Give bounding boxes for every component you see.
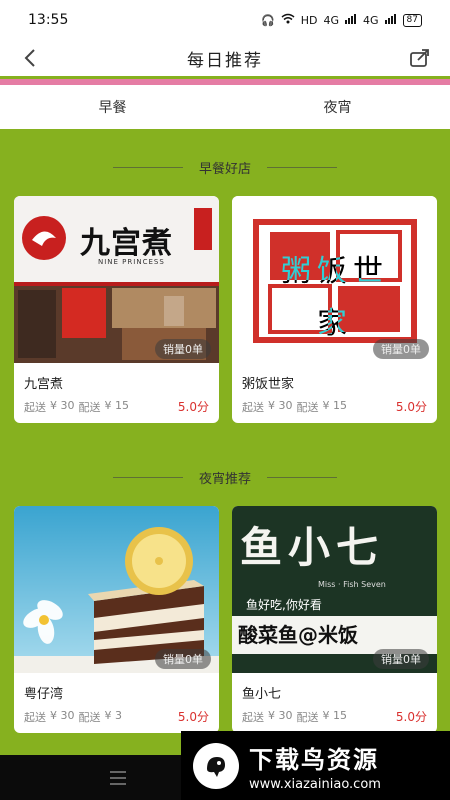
status-bar: 13:55 🎧 HD 4G 4G 87 bbox=[0, 0, 450, 40]
section-header-late-night: 夜宵推荐 bbox=[0, 467, 450, 487]
shop-logo-text: 鱼小七 bbox=[240, 523, 385, 572]
shop-logo-subtext: Miss · Fish Seven bbox=[318, 580, 386, 589]
delivery-fee: ¥ 3 bbox=[104, 709, 123, 722]
promo-title: 下载鸟资源 bbox=[249, 745, 379, 774]
delivery-fee: ¥ 15 bbox=[322, 709, 348, 722]
share-button[interactable] bbox=[406, 44, 434, 72]
section-title: 早餐好店 bbox=[198, 161, 251, 177]
bird-logo-icon bbox=[193, 742, 239, 789]
min-order-price: ¥ 30 bbox=[50, 709, 75, 722]
shop-card[interactable]: 九宫煮 NINE PRINCESS 销量0单 九宫煮 起送 ¥ 30 配送 ¥ … bbox=[14, 196, 219, 423]
network-type: HD bbox=[300, 13, 318, 27]
shop-logo-text: 粥饭世家 bbox=[281, 254, 389, 341]
signal-2: 4G bbox=[363, 13, 379, 27]
delivery-fee-label: 配送 bbox=[78, 401, 101, 414]
share-icon bbox=[410, 49, 429, 67]
min-order-label: 起送 bbox=[24, 401, 46, 414]
back-arrow-icon bbox=[24, 49, 35, 67]
divider bbox=[267, 166, 337, 168]
shop-fees: 起送 ¥ 30 配送 ¥ 15 bbox=[242, 709, 347, 725]
shop-card[interactable]: 鱼小七 Miss · Fish Seven 鱼好吃,你好看 酸菜鱼@米饭 销量0… bbox=[232, 506, 437, 733]
min-order-label: 起送 bbox=[242, 711, 264, 724]
shop-card[interactable]: 粥饭世家 销量0单 粥饭世家 起送 ¥ 30 配送 ¥ 15 5.0分 bbox=[232, 196, 437, 423]
back-button[interactable] bbox=[16, 44, 44, 72]
promo-watermark: 下载鸟资源 www.xiazainiao.com bbox=[181, 731, 450, 800]
battery-icon: 87 bbox=[402, 13, 422, 27]
shop-rating: 5.0分 bbox=[395, 400, 427, 414]
min-order-price: ¥ 30 bbox=[268, 399, 293, 412]
delivery-fee-label: 配送 bbox=[296, 711, 319, 724]
wifi-icon bbox=[281, 13, 295, 27]
shop-name: 粥饭世家 bbox=[242, 377, 295, 392]
shop-slogan: 鱼好吃,你好看 bbox=[246, 598, 322, 612]
section-header-breakfast: 早餐好店 bbox=[0, 157, 450, 177]
delivery-fee-label: 配送 bbox=[78, 711, 101, 724]
tab-bar: 早餐 夜宵 bbox=[0, 85, 450, 129]
shop-card[interactable]: 销量0单 粤仔湾 起送 ¥ 30 配送 ¥ 3 5.0分 bbox=[14, 506, 219, 733]
shop-fees: 起送 ¥ 30 配送 ¥ 15 bbox=[242, 399, 347, 415]
min-order-price: ¥ 30 bbox=[50, 399, 75, 412]
min-order-price: ¥ 30 bbox=[268, 709, 293, 722]
signal-icon bbox=[345, 13, 357, 27]
headphone-icon: 🎧 bbox=[261, 13, 275, 27]
signal-icon bbox=[384, 13, 397, 27]
sales-badge: 销量0单 bbox=[373, 339, 429, 359]
sales-badge: 销量0单 bbox=[373, 649, 429, 669]
status-time: 13:55 bbox=[28, 12, 69, 28]
divider bbox=[112, 476, 183, 478]
tab-breakfast[interactable]: 早餐 bbox=[0, 85, 225, 129]
min-order-label: 起送 bbox=[24, 711, 46, 724]
shop-rating: 5.0分 bbox=[177, 400, 209, 414]
shop-image bbox=[14, 506, 219, 673]
shop-fees: 起送 ¥ 30 配送 ¥ 15 bbox=[24, 399, 129, 415]
shop-image: 九宫煮 NINE PRINCESS bbox=[14, 196, 219, 363]
delivery-fee: ¥ 15 bbox=[104, 399, 130, 412]
divider bbox=[112, 166, 183, 168]
shop-name: 九宫煮 bbox=[24, 377, 64, 392]
shop-image: 鱼小七 Miss · Fish Seven 鱼好吃,你好看 酸菜鱼@米饭 bbox=[232, 506, 437, 673]
menu-icon[interactable] bbox=[110, 771, 126, 785]
status-icons: 🎧 HD 4G 4G 87 bbox=[261, 13, 422, 27]
sales-badge: 销量0单 bbox=[155, 649, 211, 669]
signal-1: 4G bbox=[323, 13, 340, 27]
tab-late-night[interactable]: 夜宵 bbox=[225, 85, 450, 129]
sales-badge: 销量0单 bbox=[155, 339, 211, 359]
delivery-fee: ¥ 15 bbox=[322, 399, 348, 412]
shop-image: 粥饭世家 bbox=[232, 196, 437, 363]
delivery-fee-label: 配送 bbox=[296, 401, 319, 414]
shop-fees: 起送 ¥ 30 配送 ¥ 3 bbox=[24, 709, 122, 725]
divider bbox=[267, 476, 337, 478]
shop-logo-text: 九宫煮 bbox=[80, 226, 173, 261]
title-bar: 每日推荐 bbox=[0, 40, 450, 76]
shop-rating: 5.0分 bbox=[395, 710, 427, 724]
shop-rating: 5.0分 bbox=[177, 710, 209, 724]
shop-name: 鱼小七 bbox=[242, 687, 282, 702]
shop-name: 粤仔湾 bbox=[24, 687, 64, 702]
min-order-label: 起送 bbox=[242, 401, 264, 414]
promo-text: 下载鸟资源 www.xiazainiao.com bbox=[249, 740, 381, 792]
shop-logo-subtext: NINE PRINCESS bbox=[98, 258, 165, 266]
promo-url: www.xiazainiao.com bbox=[249, 776, 381, 792]
page-title: 每日推荐 bbox=[187, 50, 263, 71]
section-title: 夜宵推荐 bbox=[198, 471, 251, 487]
